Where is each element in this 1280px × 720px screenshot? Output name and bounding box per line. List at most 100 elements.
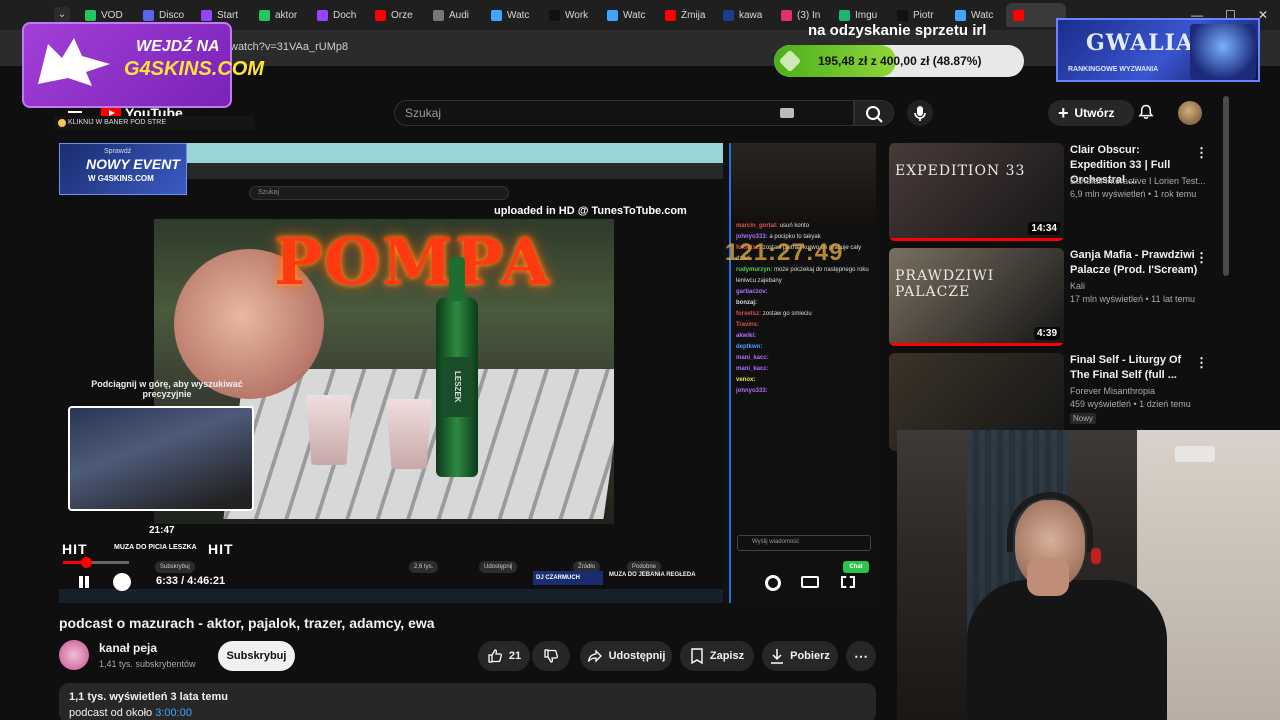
channel-avatar[interactable] bbox=[59, 640, 89, 670]
chat-username[interactable]: deptkwn: bbox=[736, 344, 762, 350]
player-controls: 6:33 / 4:46:21 bbox=[59, 571, 876, 593]
promo-strip-wrap: KLIKNIJ W BANER POD STRE bbox=[22, 22, 254, 130]
chat-message: johnyo333: bbox=[736, 386, 874, 397]
dislike-button[interactable] bbox=[532, 641, 570, 671]
tab-favicon-icon bbox=[607, 9, 618, 21]
views-line: 1,1 tys. wyświetleń 3 lata temu bbox=[69, 691, 228, 703]
webcam-overlay bbox=[897, 430, 1280, 720]
tab-favicon-icon bbox=[549, 9, 560, 21]
browser-tab[interactable]: aktor bbox=[252, 3, 310, 27]
channel-name[interactable]: kanał peja bbox=[99, 641, 157, 655]
more-vertical-icon[interactable]: ⋮ bbox=[1195, 250, 1208, 266]
chat-username[interactable]: mani_kacc: bbox=[736, 366, 769, 372]
tab-label: Audi bbox=[449, 9, 470, 21]
preview-time: 21:47 bbox=[149, 525, 175, 536]
video-thumbnail[interactable]: PRAWDZIWI PALACZE 4:39 bbox=[889, 248, 1064, 346]
chat-username[interactable]: forsetsz: bbox=[736, 311, 761, 317]
more-actions-button[interactable]: ⋯ bbox=[846, 641, 876, 671]
promo-strip-text: KLIKNIJ W BANER POD STRE bbox=[68, 119, 167, 126]
tab-favicon-icon bbox=[781, 9, 792, 21]
recommended-title[interactable]: Ganja Mafia - Prawdziwi Palacze (Prod. I… bbox=[1070, 248, 1198, 278]
gwalia-subtitle: RANKINGOWE WYZWANIA bbox=[1068, 66, 1159, 73]
more-vertical-icon[interactable]: ⋮ bbox=[1195, 145, 1208, 161]
miniplayer-icon[interactable] bbox=[801, 576, 819, 588]
volume-icon[interactable] bbox=[113, 573, 131, 591]
tab-favicon-icon bbox=[955, 9, 966, 21]
chat-username[interactable]: rudymurzyn: bbox=[736, 267, 772, 273]
chat-username[interactable]: venox: bbox=[736, 377, 755, 383]
video-player[interactable]: Sprawdź NOWY EVENT W G4SKINS.COM Szukaj … bbox=[59, 143, 876, 603]
browser-tab[interactable]: Audi bbox=[426, 3, 484, 27]
bell-icon[interactable] bbox=[1138, 104, 1154, 120]
chapter-title: MUZA DO PICIA LESZKA bbox=[114, 544, 197, 551]
tab-favicon-icon bbox=[665, 9, 676, 21]
recommended-channel[interactable]: Kali bbox=[1070, 281, 1210, 291]
chat-username[interactable]: Travins: bbox=[736, 322, 759, 328]
fullscreen-icon[interactable] bbox=[841, 576, 855, 588]
voice-search-button[interactable] bbox=[907, 100, 933, 126]
create-button[interactable]: + Utwórz bbox=[1048, 100, 1134, 126]
chat-message: rudymurzyn: może poczekaj do następnego … bbox=[736, 265, 874, 287]
pause-icon[interactable] bbox=[77, 575, 91, 589]
search-input[interactable] bbox=[395, 101, 755, 125]
tab-label: Orze bbox=[391, 9, 413, 21]
download-button[interactable]: Pobierz bbox=[762, 641, 838, 671]
video-thumbnail[interactable]: EXPEDITION 33 14:34 bbox=[889, 143, 1064, 241]
browser-tab[interactable]: Watc bbox=[484, 3, 542, 27]
tab-search-button[interactable]: ⌄ bbox=[54, 7, 70, 23]
donation-goal-text: 195,48 zł z 400,00 zł (48.87%) bbox=[818, 54, 982, 68]
shared-screen: Sprawdź NOWY EVENT W G4SKINS.COM Szukaj … bbox=[59, 143, 723, 603]
chat-username[interactable]: mani_kacc: bbox=[736, 355, 769, 361]
more-vertical-icon[interactable]: ⋮ bbox=[1195, 355, 1208, 371]
search-button[interactable] bbox=[854, 100, 894, 126]
cup-image bbox=[386, 399, 432, 469]
url-field[interactable]: watch?v=31VAa_rUMp8 bbox=[230, 41, 348, 53]
recommended-meta: 17 mln wyświetleń • 11 lat temu bbox=[1070, 294, 1196, 304]
subscribe-button[interactable]: Subskrybuj bbox=[218, 641, 295, 671]
like-button[interactable]: 21 bbox=[478, 641, 530, 671]
browser-tab[interactable]: Żmija bbox=[658, 3, 716, 27]
chat-input[interactable]: Wyślij wiadomość bbox=[737, 535, 871, 551]
tab-label: Watc bbox=[971, 9, 994, 21]
new-badge: Nowy bbox=[1070, 413, 1097, 424]
video-title-text: POMPA bbox=[274, 225, 552, 300]
progress-bar[interactable] bbox=[63, 557, 129, 568]
browser-tab[interactable]: Watc bbox=[600, 3, 658, 27]
keyboard-icon[interactable] bbox=[780, 108, 794, 118]
settings-icon[interactable] bbox=[765, 575, 781, 591]
chat-text: zostaw go smieciu bbox=[762, 311, 812, 317]
recommended-channel[interactable]: Forever Misanthropia bbox=[1070, 386, 1210, 396]
recommended-video[interactable]: PRAWDZIWI PALACZE 4:39 Ganja Mafia - Prawd… bbox=[889, 248, 1214, 348]
progress-knob[interactable] bbox=[80, 557, 92, 568]
thumbs-up-icon bbox=[488, 649, 502, 663]
browser-tab[interactable]: Orze bbox=[368, 3, 426, 27]
description-timestamp-link[interactable]: 3:00:00 bbox=[155, 707, 192, 719]
chat-username[interactable]: marcin_gortat: bbox=[736, 223, 778, 229]
recommended-video[interactable]: EXPEDITION 33 14:34 Clair Obscur: Expediti… bbox=[889, 143, 1214, 243]
page-scrollbar[interactable] bbox=[1223, 96, 1229, 276]
air-conditioner-image bbox=[1175, 446, 1215, 462]
browser-tab[interactable]: Work bbox=[542, 3, 600, 27]
watched-progress bbox=[889, 343, 1064, 346]
donation-goal-bar: 195,48 zł z 400,00 zł (48.87%) bbox=[774, 45, 1024, 77]
event-banner-site: W G4SKINS.COM bbox=[88, 174, 154, 183]
avatar[interactable] bbox=[1178, 101, 1202, 125]
share-button[interactable]: Udostępnij bbox=[580, 641, 672, 671]
recommended-meta: 6,9 mln wyświetleń • 1 rok temu bbox=[1070, 189, 1197, 199]
chat-username[interactable]: bonzaj: bbox=[736, 300, 757, 306]
event-banner-title: NOWY EVENT bbox=[86, 156, 180, 172]
tab-label: Żmija bbox=[681, 9, 706, 21]
chat-username[interactable]: akwiki: bbox=[736, 333, 756, 339]
recommended-channel[interactable]: Sandfall Interactive I Lorien Test... bbox=[1070, 176, 1210, 186]
chat-username[interactable]: garbaczov: bbox=[736, 289, 768, 295]
save-button[interactable]: Zapisz bbox=[680, 641, 754, 671]
browser-tab[interactable]: Doch bbox=[310, 3, 368, 27]
tab-favicon-icon bbox=[897, 9, 908, 21]
recommended-title[interactable]: Final Self - Liturgy Of The Final Self (… bbox=[1070, 353, 1198, 383]
browser-tab[interactable]: kawa bbox=[716, 3, 774, 27]
chat-text: usuń konto bbox=[779, 223, 810, 229]
chat-username[interactable]: johnyo333: bbox=[736, 388, 768, 394]
tab-label: Start bbox=[217, 9, 239, 21]
tab-label: Disco bbox=[159, 9, 185, 21]
tab-label: Watc bbox=[623, 9, 646, 21]
